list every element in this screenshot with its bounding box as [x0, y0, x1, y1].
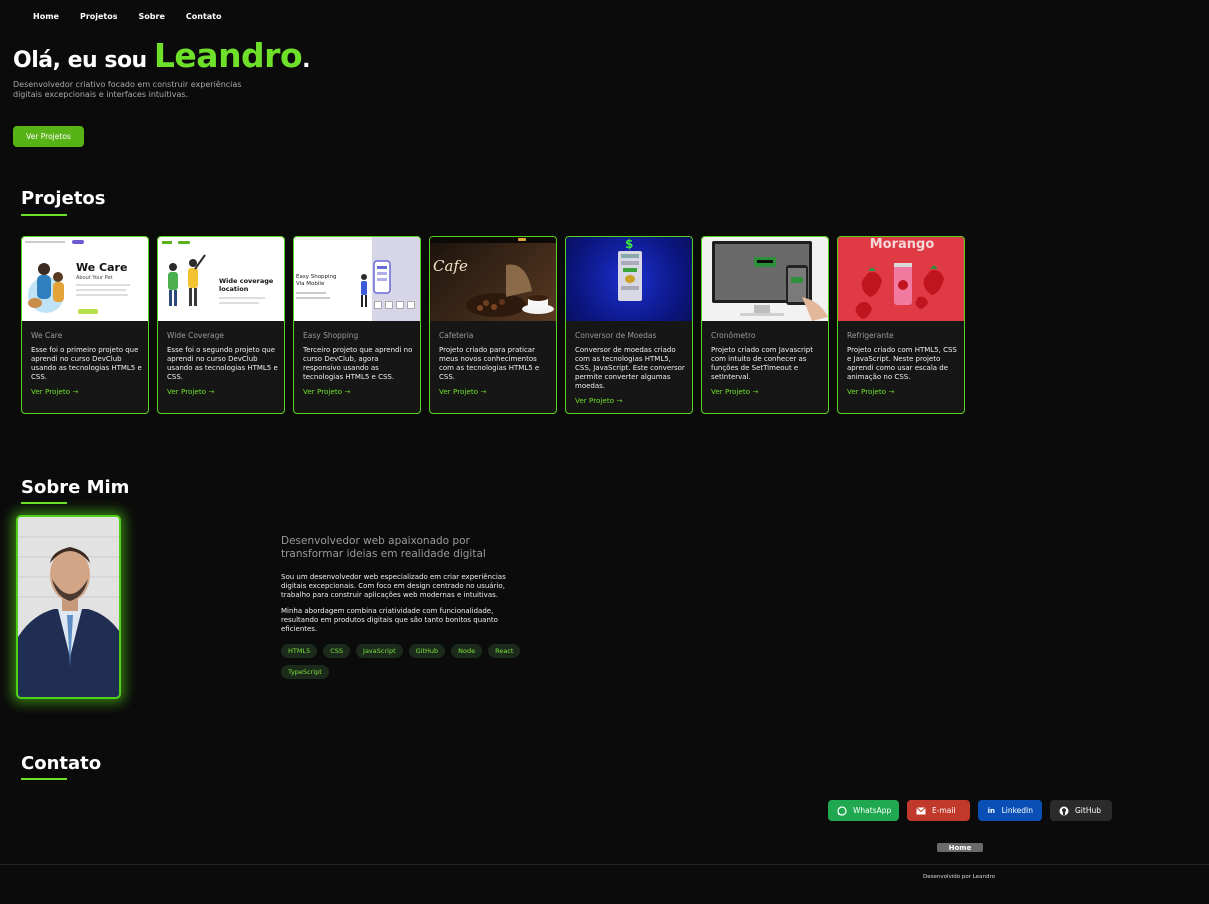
avatar [18, 517, 119, 697]
project-title: Easy Shopping [303, 331, 359, 340]
project-thumb-conversor: $ [566, 237, 692, 321]
project-card-cafeteria[interactable]: Cafe Cafeteria Projeto criado para prati… [429, 236, 557, 414]
project-card-cronometro[interactable]: Cronômetro Projeto criado com Javascript… [701, 236, 829, 414]
project-thumb-refrigerante: Morango [838, 237, 964, 321]
thumb-cafe-headline: Cafe [433, 257, 468, 275]
ver-projeto-link[interactable]: Ver Projeto → [847, 387, 894, 396]
project-card-wide-coverage[interactable]: Wide coverage location Wide Coverage Ess… [157, 236, 285, 414]
about-paragraph-2: Minha abordagem combina criatividade com… [281, 607, 498, 633]
project-title: Cronômetro [711, 331, 756, 340]
nav-home[interactable]: Home [33, 12, 59, 21]
skill-tag: HTML5 [281, 644, 318, 658]
nav-projetos[interactable]: Projetos [80, 12, 118, 21]
contact-buttons: WhatsApp E-mail in LinkedIn GitHub [828, 800, 1112, 821]
github-button[interactable]: GitHub [1050, 800, 1112, 821]
projects-title-underline [21, 214, 67, 216]
skill-tag: TypeScript [281, 665, 329, 679]
projects-title: Projetos [21, 188, 106, 209]
project-title: Conversor de Moedas [575, 331, 657, 340]
skill-tag: JavaScript [356, 644, 403, 658]
ver-projeto-link[interactable]: Ver Projeto → [575, 396, 622, 405]
skill-tag: React [488, 644, 521, 658]
github-icon [1059, 806, 1069, 816]
project-description: Esse foi o segundo projeto que aprendi n… [167, 346, 278, 381]
skill-tag: Node [451, 644, 483, 658]
ver-projeto-link[interactable]: Ver Projeto → [439, 387, 486, 396]
project-title: We Care [31, 331, 63, 340]
currency-app-icon [618, 251, 642, 301]
ver-projeto-link[interactable]: Ver Projeto → [31, 387, 78, 396]
contact-title-underline [21, 778, 67, 780]
hero-dot: . [302, 48, 310, 73]
email-button[interactable]: E-mail [907, 800, 970, 821]
project-card-refrigerante[interactable]: Morango Refrigerante Projeto criado com … [837, 236, 965, 414]
top-nav: Home Projetos Sobre Contato [33, 12, 221, 21]
linkedin-label: LinkedIn [1001, 806, 1033, 815]
profile-photo [16, 515, 121, 699]
back-home-button[interactable]: Home [937, 843, 983, 852]
skills-tags: HTML5 CSS JavaScript GitHub Node React T… [281, 644, 521, 679]
project-card-easy-shopping[interactable]: Easy Shopping Via Mobile Easy Shopping T… [293, 236, 421, 414]
ver-projeto-link[interactable]: Ver Projeto → [167, 387, 214, 396]
about-headline: Desenvolvedor web apaixonado por transfo… [281, 535, 486, 560]
pet-care-illustration-icon [28, 263, 64, 313]
ver-projetos-button[interactable]: Ver Projetos [13, 126, 84, 147]
hero-description: Desenvolvedor criativo focado em constru… [13, 80, 242, 99]
project-description: Terceiro projeto que aprendi no curso De… [303, 346, 413, 381]
people-illustration-icon [168, 254, 206, 306]
project-title: Cafeteria [439, 331, 474, 340]
skill-tag: CSS [323, 644, 351, 658]
whatsapp-label: WhatsApp [853, 806, 892, 815]
project-card-conversor[interactable]: $ Conversor de Moedas Conversor de moeda… [565, 236, 693, 414]
nav-contato[interactable]: Contato [186, 12, 222, 21]
email-icon [916, 806, 926, 816]
project-thumb-easy-shopping: Easy Shopping Via Mobile [294, 237, 420, 321]
hero-greeting: Olá, eu sou [13, 48, 147, 73]
project-thumb-cronometro [702, 237, 828, 321]
thumb-wide-coverage-headline: Wide coverage location [219, 277, 274, 293]
coffee-photo-icon [466, 264, 554, 317]
hero-name: Leandro [153, 36, 303, 75]
nav-sobre[interactable]: Sobre [139, 12, 165, 21]
linkedin-button[interactable]: in LinkedIn [978, 800, 1042, 821]
contact-title: Contato [21, 753, 102, 774]
whatsapp-button[interactable]: WhatsApp [828, 800, 899, 821]
hero-title: Olá, eu sou Leandro. [13, 36, 310, 75]
about-paragraph-1: Sou um desenvolvedor web especializado e… [281, 573, 506, 599]
project-thumb-cafeteria: Cafe [430, 237, 556, 321]
project-card-we-care[interactable]: We Care About Your Pet We Care Esse foi … [21, 236, 149, 414]
project-description: Esse foi o primeiro projeto que aprendi … [31, 346, 142, 381]
project-description: Projeto criado com Javascript com intuit… [711, 346, 813, 381]
project-description: Projeto criado para praticar meus novos … [439, 346, 540, 381]
monitor-phone-photo-icon [712, 241, 828, 321]
email-label: E-mail [932, 806, 956, 815]
linkedin-icon: in [987, 806, 995, 815]
whatsapp-icon [837, 805, 847, 816]
thumb-we-care-sub: About Your Pet [76, 275, 113, 281]
soda-can-strawberry-icon [855, 263, 944, 319]
project-title: Wide Coverage [167, 331, 225, 340]
project-title: Refrigerante [847, 331, 894, 340]
thumb-easy-shopping-headline: Easy Shopping Via Mobile [296, 274, 337, 287]
about-title-underline [21, 502, 67, 504]
about-title: Sobre Mim [21, 477, 130, 498]
project-thumb-wide-coverage: Wide coverage location [158, 237, 284, 321]
footer-divider [0, 864, 1209, 865]
thumb-morango-headline: Morango [869, 237, 935, 252]
skill-tag: GitHub [408, 644, 446, 658]
project-thumb-we-care: We Care About Your Pet [22, 237, 148, 321]
project-description: Projeto criado com HTML5, CSS e JavaScri… [847, 346, 957, 381]
github-label: GitHub [1075, 806, 1101, 815]
thumb-dollar-sign: $ [625, 237, 634, 251]
project-description: Conversor de moedas criado com as tecnol… [575, 346, 685, 390]
footer-credit: Desenvolvido por Leandro [923, 874, 995, 880]
projects-grid: We Care About Your Pet We Care Esse foi … [21, 236, 965, 414]
ver-projeto-link[interactable]: Ver Projeto → [303, 387, 350, 396]
thumb-we-care-headline: We Care [76, 261, 128, 274]
ver-projeto-link[interactable]: Ver Projeto → [711, 387, 758, 396]
